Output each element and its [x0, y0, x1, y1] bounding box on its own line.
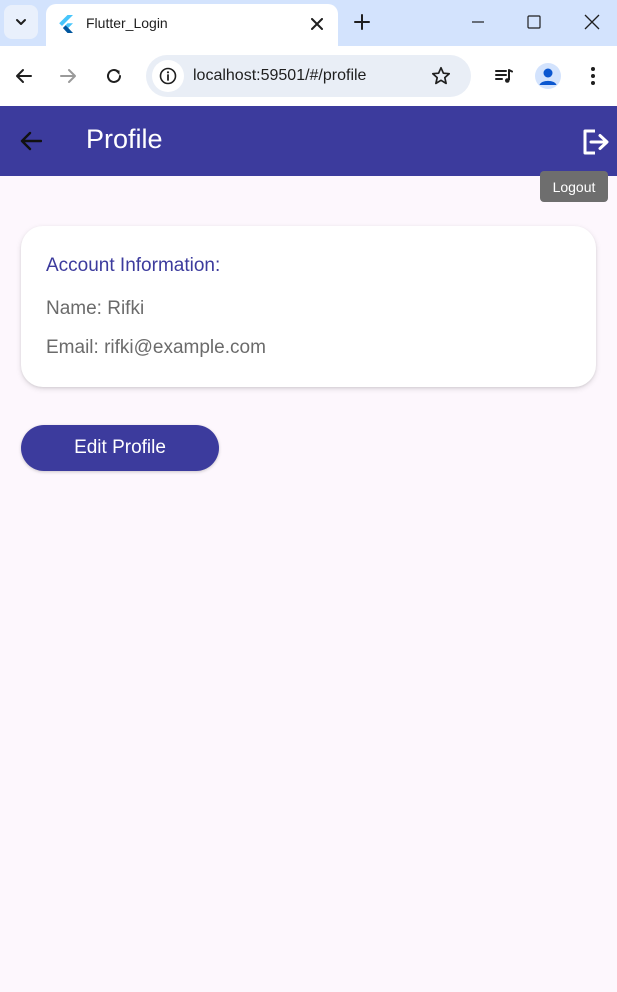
page-title: Profile [86, 124, 163, 154]
arrow-right-icon [60, 69, 76, 83]
plus-icon [354, 14, 370, 30]
account-info-card: Account Information: Name: Rifki Email: … [21, 226, 596, 387]
back-button[interactable] [16, 127, 46, 155]
back-nav-button[interactable] [10, 62, 38, 90]
tab-search-button[interactable] [4, 5, 38, 39]
url-text[interactable]: localhost:59501/#/profile [193, 67, 366, 85]
app-bar: Profile [0, 106, 617, 176]
info-icon [159, 67, 177, 85]
email-text: Email: rifki@example.com [46, 337, 266, 358]
tab-close-button[interactable] [308, 15, 326, 33]
tab-title: Flutter_Login [86, 15, 168, 31]
new-tab-button[interactable] [350, 10, 374, 34]
edit-profile-button[interactable]: Edit Profile [21, 425, 219, 471]
card-heading: Account Information: [46, 255, 221, 276]
close-icon [584, 14, 600, 30]
browser-menu-button[interactable] [579, 62, 607, 90]
logout-button[interactable] [580, 127, 612, 157]
arrow-left-icon [16, 69, 32, 83]
browser-tab-strip: Flutter_Login [0, 0, 617, 46]
bookmark-button[interactable] [429, 64, 453, 88]
minimize-button[interactable] [464, 8, 492, 36]
reload-icon [107, 68, 121, 83]
kebab-menu-icon [591, 67, 595, 85]
browser-toolbar: localhost:59501/#/profile [0, 46, 617, 106]
name-text: Name: Rifki [46, 298, 145, 319]
close-window-button[interactable] [578, 8, 606, 36]
address-bar[interactable]: localhost:59501/#/profile [146, 55, 471, 97]
person-icon [539, 68, 557, 85]
profile-avatar[interactable] [535, 63, 561, 89]
chevron-down-icon [16, 19, 26, 25]
maximize-button[interactable] [520, 8, 548, 36]
maximize-icon [527, 15, 541, 29]
star-icon [431, 66, 451, 85]
forward-nav-button[interactable] [54, 62, 82, 90]
reload-button[interactable] [100, 62, 128, 90]
arrow-left-icon [20, 131, 42, 151]
media-button[interactable] [490, 62, 518, 90]
logout-icon [583, 129, 609, 155]
media-playlist-icon [495, 69, 513, 83]
site-info-button[interactable] [152, 60, 184, 92]
close-icon [311, 18, 323, 30]
browser-tab[interactable]: Flutter_Login [46, 4, 338, 46]
logout-tooltip: Logout [540, 171, 608, 202]
minimize-icon [472, 21, 484, 23]
flutter-logo-icon [59, 15, 73, 33]
